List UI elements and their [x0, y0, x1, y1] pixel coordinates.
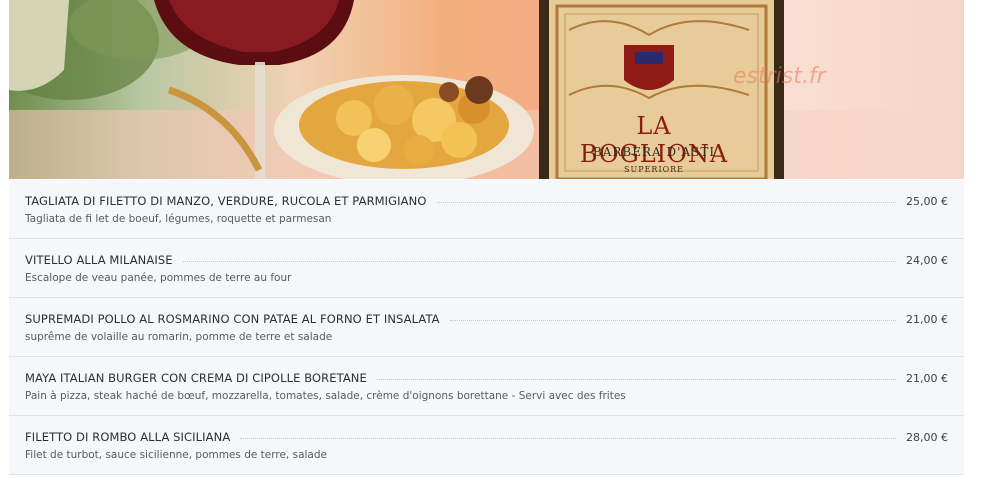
dotted-leader [449, 319, 896, 321]
menu-item: FILETTO DI ROMBO ALLA SICILIANA 28,00 € … [9, 416, 964, 475]
menu-item-price: 21,00 € [906, 371, 948, 385]
dotted-leader [376, 378, 896, 380]
hero-illustration [9, 0, 964, 179]
menu-item-price: 25,00 € [906, 194, 948, 208]
dotted-leader [436, 201, 896, 203]
menu-page: LA BOGLIONA BARBERA D'ASTI SUPERIORE est… [0, 0, 989, 479]
menu-item-name: TAGLIATA DI FILETTO DI MANZO, VERDURE, R… [25, 194, 427, 208]
menu-item: TAGLIATA DI FILETTO DI MANZO, VERDURE, R… [9, 180, 964, 239]
menu-item-price: 21,00 € [906, 312, 948, 326]
dotted-leader [182, 260, 896, 262]
wine-label-subtitle: BARBERA D'ASTI [592, 145, 716, 159]
menu-item-description: Tagliata de fi let de boeuf, légumes, ro… [25, 213, 332, 225]
menu-item: SUPREMADI POLLO AL ROSMARINO CON PATAE A… [9, 298, 964, 357]
menu-item: VITELLO ALLA MILANAISE 24,00 € Escalope … [9, 239, 964, 298]
wine-label-subtitle-2: SUPERIORE [623, 165, 685, 174]
menu-item: MAYA ITALIAN BURGER CON CREMA DI CIPOLLE… [9, 357, 964, 416]
menu-item-name: SUPREMADI POLLO AL ROSMARINO CON PATAE A… [25, 312, 440, 326]
menu-list: TAGLIATA DI FILETTO DI MANZO, VERDURE, R… [9, 180, 964, 475]
dotted-leader [240, 437, 896, 439]
hero-image: LA BOGLIONA BARBERA D'ASTI SUPERIORE est… [9, 0, 964, 179]
menu-item-name: VITELLO ALLA MILANAISE [25, 253, 173, 267]
menu-item-description: Filet de turbot, sauce sicilienne, pomme… [25, 449, 327, 461]
menu-item-price: 28,00 € [906, 430, 948, 444]
menu-item-description: Escalope de veau panée, pommes de terre … [25, 272, 292, 284]
menu-item-name: MAYA ITALIAN BURGER CON CREMA DI CIPOLLE… [25, 371, 367, 385]
menu-item-price: 24,00 € [906, 253, 948, 267]
menu-item-description: Pain à pizza, steak haché de bœuf, mozza… [25, 390, 626, 402]
watermark: estrist.fr [733, 64, 826, 89]
menu-item-name: FILETTO DI ROMBO ALLA SICILIANA [25, 430, 231, 444]
menu-item-description: suprême de volaille au romarin, pomme de… [25, 331, 333, 343]
wine-label-brand: LA BOGLIONA [579, 112, 729, 168]
